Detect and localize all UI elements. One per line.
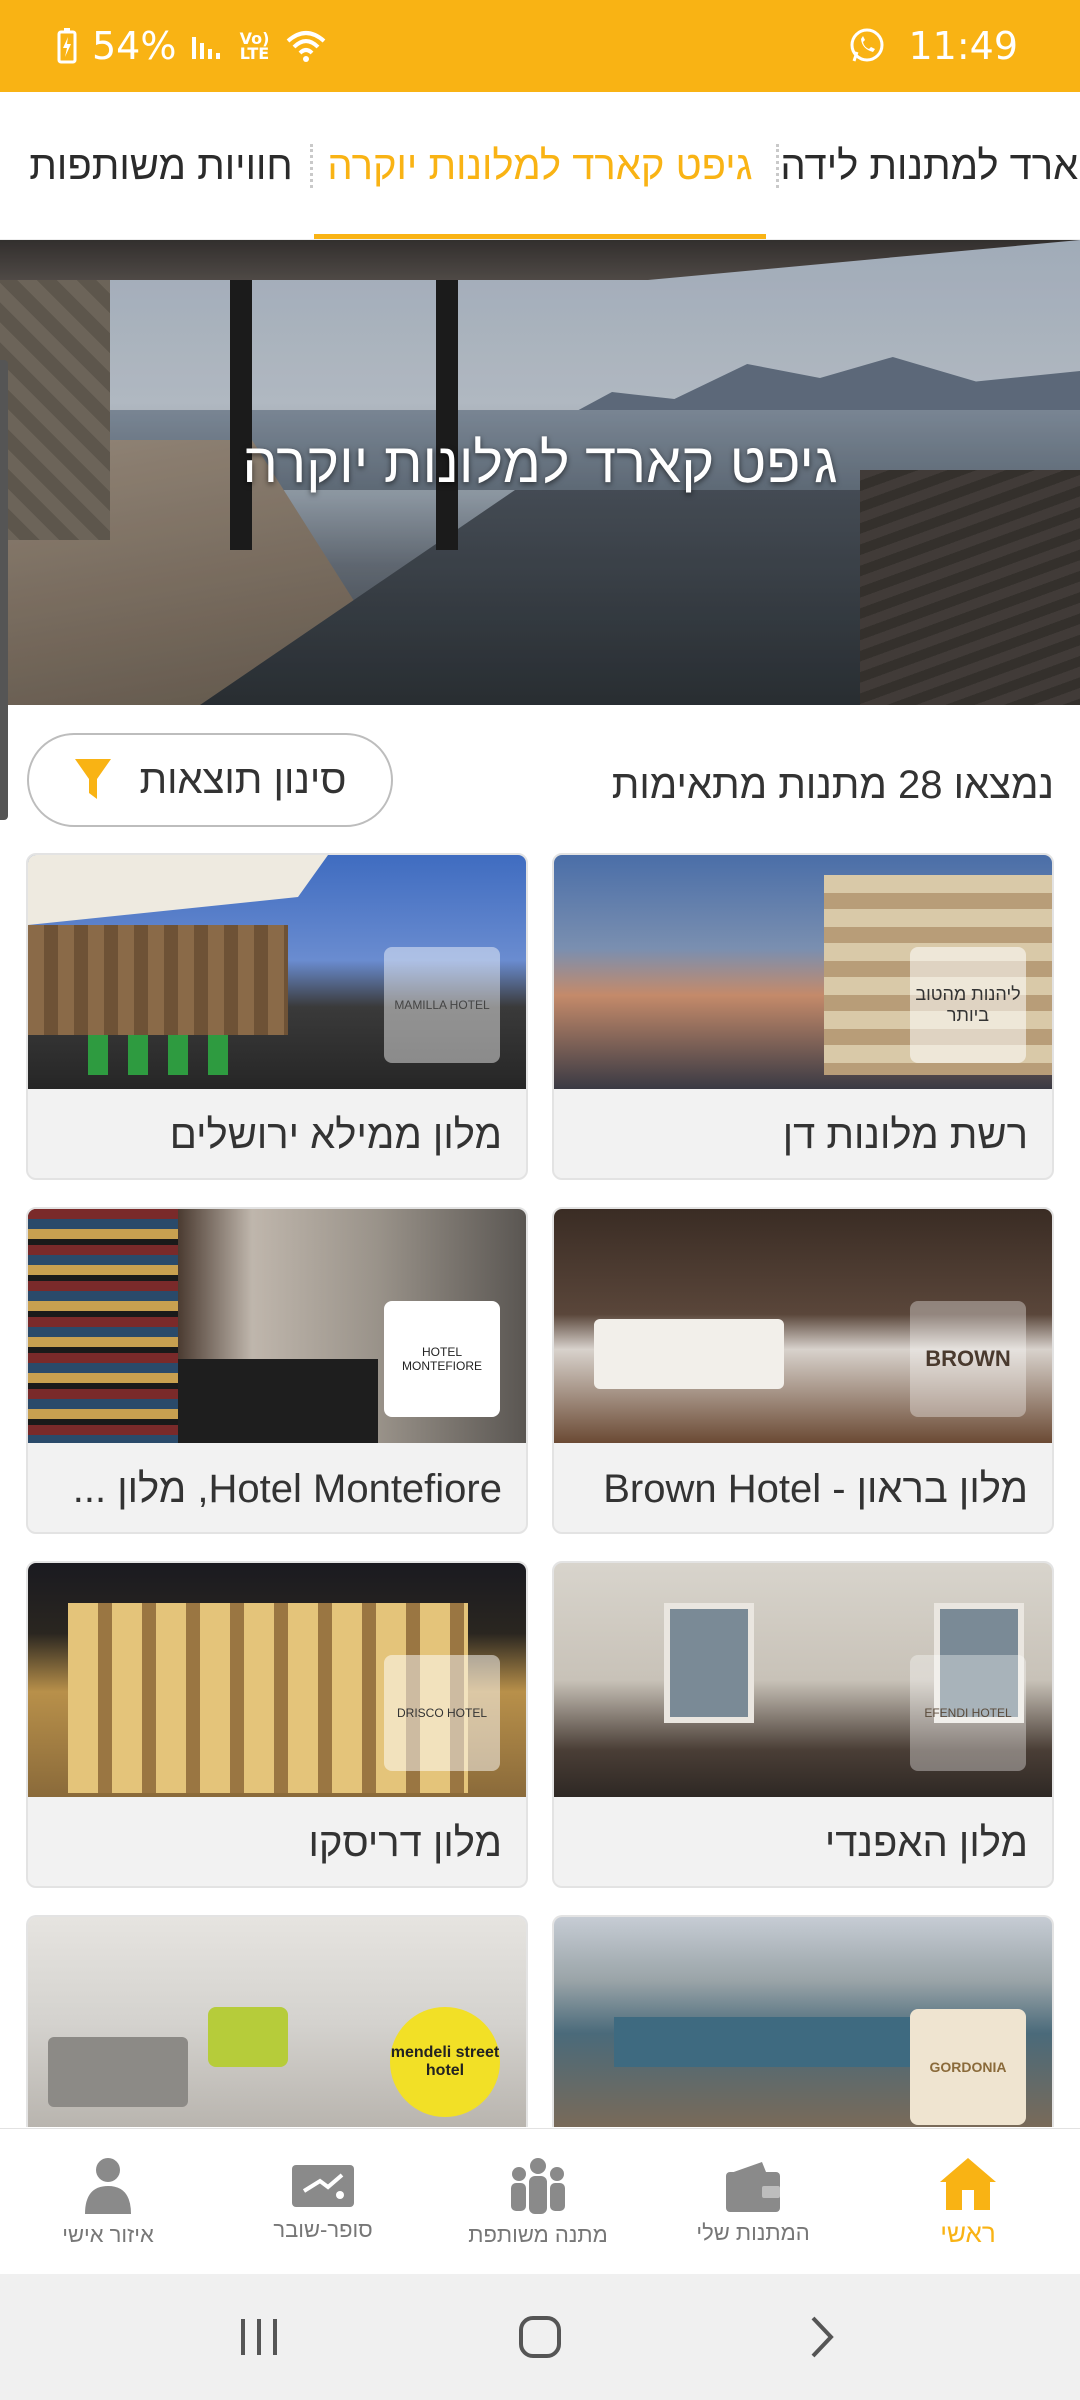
card-logo: mendeli street hotel — [390, 2007, 500, 2117]
card-title: Hotel Montefiore, מלון ... — [72, 1467, 502, 1511]
gift-card-mendeli-street[interactable]: mendeli street hotel — [26, 1915, 528, 2127]
battery-charging-icon — [57, 28, 77, 64]
whatsapp-icon — [850, 28, 884, 62]
nav-shared-gift[interactable]: מתנה משותפת — [448, 2129, 628, 2275]
signal-icon — [192, 37, 221, 59]
card-title: מלון ממילא ירושלים — [169, 1113, 502, 1157]
home-button[interactable] — [500, 2304, 580, 2370]
nav-super-voucher[interactable]: סופר-שובר — [233, 2129, 413, 2275]
card-logo: GORDONIA — [910, 2009, 1026, 2125]
tab-label: גיפט קארד למלונות יוקרה — [327, 143, 753, 188]
card-title: מלון דריסקו — [308, 1821, 502, 1865]
nav-label: ראשי — [940, 2217, 996, 2248]
back-button[interactable] — [782, 2304, 862, 2370]
gift-card-efendi-hotel[interactable]: EFENDI HOTEL מלון האפנדי — [552, 1561, 1054, 1888]
side-drawer-handle[interactable] — [0, 360, 8, 820]
gift-card-mamilla[interactable]: MAMILLA HOTEL מלון ממילא ירושלים — [26, 853, 528, 1180]
tab-shared-experiences[interactable]: חוויות משותפות — [29, 92, 292, 239]
wallet-icon — [726, 2162, 780, 2212]
card-logo: EFENDI HOTEL — [910, 1655, 1026, 1771]
clock: 11:49 — [908, 24, 1018, 68]
card-title: מלון בראון - Brown Hotel — [603, 1467, 1028, 1511]
recent-apps-button[interactable] — [220, 2304, 300, 2370]
card-title: רשת מלונות דן — [782, 1113, 1028, 1157]
card-logo: MAMILLA HOTEL — [384, 947, 500, 1063]
nav-my-gifts[interactable]: המתנות שלי — [663, 2129, 843, 2275]
gift-card-hotel-montefiore[interactable]: HOTEL MONTEFIORE Hotel Montefiore, מלון … — [26, 1207, 528, 1534]
voucher-icon — [292, 2165, 354, 2207]
volte-label: Vo) LTE — [239, 29, 270, 63]
hero-banner: גיפט קארד למלונות יוקרה — [0, 240, 1080, 705]
status-bar: 54% Vo) LTE 11:49 — [0, 0, 1080, 92]
gift-card-gordonia[interactable]: GORDONIA — [552, 1915, 1054, 2127]
card-logo: DRISCO HOTEL — [384, 1655, 500, 1771]
home-circle-icon — [519, 2316, 561, 2358]
nav-label: המתנות שלי — [696, 2220, 810, 2245]
filter-label: סינון תוצאות — [139, 757, 347, 802]
results-count: נמצאו 28 מתנות מתאימות — [611, 762, 1054, 807]
recent-apps-icon — [241, 2319, 277, 2355]
nav-home[interactable]: ראשי — [878, 2129, 1058, 2275]
person-icon — [85, 2158, 131, 2214]
battery-percentage: 54% — [92, 24, 177, 68]
card-title: מלון האפנדי — [824, 1821, 1028, 1865]
gift-card-dan-hotels[interactable]: ליהנות מהטוב ביותר רשת מלונות דן — [552, 853, 1054, 1180]
tab-separator — [310, 144, 313, 188]
status-right-group: 11:49 — [848, 0, 1018, 92]
system-navigation-bar — [0, 2274, 1080, 2400]
nav-label: איזור אישי — [62, 2222, 154, 2247]
tab-label: חוויות משותפות — [29, 143, 293, 188]
card-logo: HOTEL MONTEFIORE — [384, 1301, 500, 1417]
nav-personal-area[interactable]: איזור אישי — [18, 2129, 198, 2275]
card-logo: ליהנות מהטוב ביותר — [910, 947, 1026, 1063]
wifi-icon — [287, 31, 326, 62]
nav-label: סופר-שובר — [273, 2217, 373, 2242]
group-icon — [511, 2158, 565, 2214]
tab-label: גיפט קארד למתנות לידה — [780, 143, 1080, 188]
status-left-group: 54% Vo) LTE — [56, 0, 326, 92]
category-tabs: חוויות משותפות גיפט קארד למלונות יוקרה ג… — [0, 92, 1080, 240]
filter-results-button[interactable]: סינון תוצאות — [27, 733, 393, 827]
gift-card-drisco-hotel[interactable]: DRISCO HOTEL מלון דריסקו — [26, 1561, 528, 1888]
funnel-icon — [75, 759, 112, 799]
back-chevron-icon — [811, 2316, 834, 2358]
tab-separator — [776, 144, 779, 188]
gift-card-brown-hotel[interactable]: BROWN מלון בראון - Brown Hotel — [552, 1207, 1054, 1534]
nav-label: מתנה משותפת — [468, 2222, 608, 2247]
bottom-navigation: ראשי המתנות שלי מתנה משותפת סופר-שובר אי… — [0, 2128, 1080, 2274]
card-logo: BROWN — [910, 1301, 1026, 1417]
hero-title: גיפט קארד למלונות יוקרה — [242, 431, 838, 494]
tab-birth-gifts-giftcard[interactable]: גיפט קארד למתנות לידה — [780, 92, 1080, 239]
tab-luxury-hotels-giftcard[interactable]: גיפט קארד למלונות יוקרה — [320, 92, 760, 239]
home-icon — [940, 2157, 996, 2210]
